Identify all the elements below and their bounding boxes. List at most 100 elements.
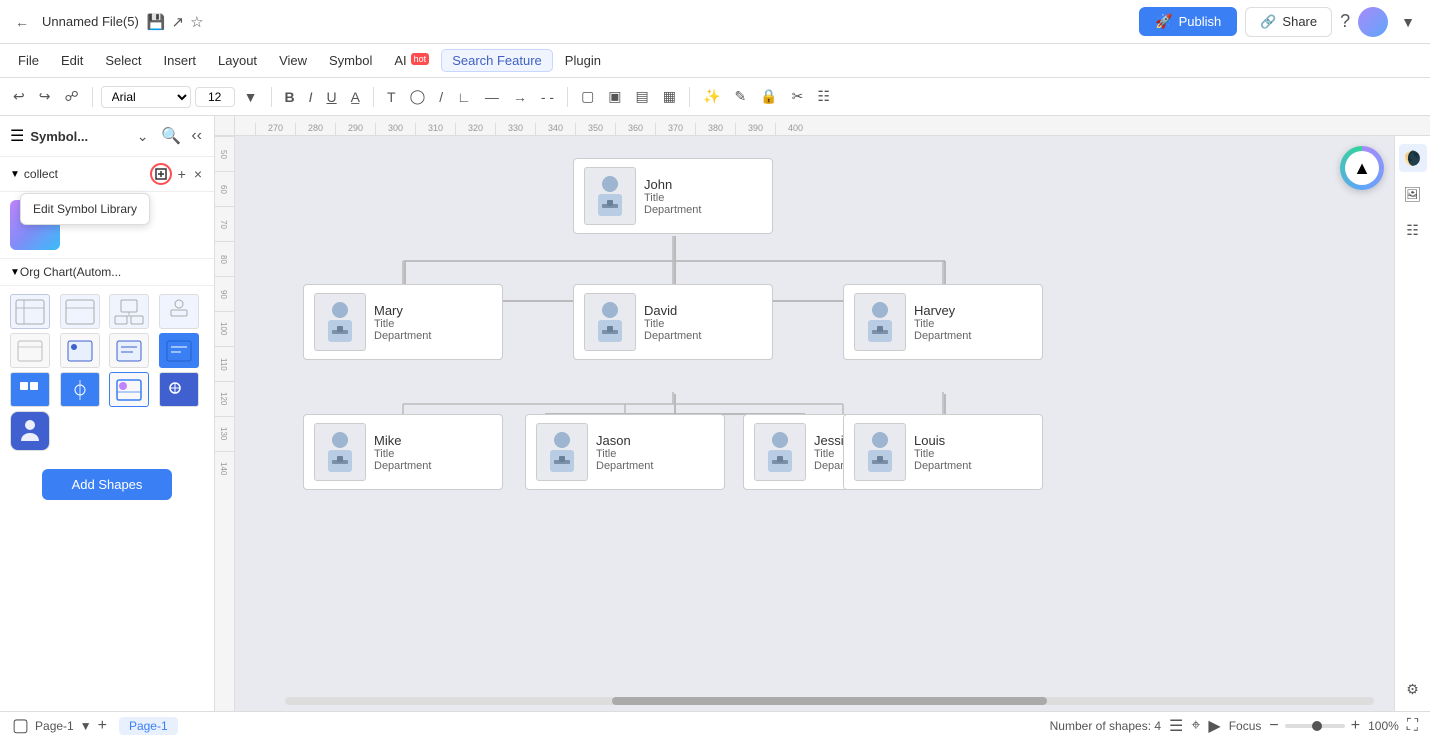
crosshair-icon[interactable]: ⌖ [1191,717,1200,735]
menu-symbol[interactable]: Symbol [319,49,382,72]
collect-section: ▼ collect + × Edit Symbol Library [0,157,214,192]
ruler-mark: 360 [615,123,655,135]
expand-button[interactable]: ▼ [1396,11,1420,33]
zoom-slider[interactable] [1285,724,1345,728]
font-size-input[interactable] [195,87,235,107]
menu-layout[interactable]: Layout [208,49,267,72]
zoom-out-button[interactable]: − [1269,717,1278,735]
cut-btn[interactable]: ✂ [787,85,809,108]
shape-thumb-3[interactable] [109,294,149,329]
chevron-down-icon[interactable]: ⌄ [132,125,154,148]
node-name: Louis [914,433,971,448]
grid-icon[interactable]: ☷ [1399,216,1427,244]
share-button[interactable]: 🔗 Share [1245,7,1332,37]
dashed-button[interactable]: - - [536,86,559,108]
add-shapes-button[interactable]: Add Shapes [42,469,172,500]
eraser-button[interactable]: ◯ [405,85,431,108]
node-harvey[interactable]: Harvey Title Department [843,284,1043,360]
node-name: John [644,177,701,192]
text-button[interactable]: T [382,86,401,108]
shape-thumb-6[interactable] [60,333,100,368]
ruler-mark: 330 [495,123,535,135]
shape-btn1[interactable]: ▢ [576,85,599,108]
bold-button[interactable]: B [280,86,300,108]
add-page-button[interactable]: + [98,717,107,735]
underline-button[interactable]: U [322,86,342,108]
italic-button[interactable]: I [304,86,318,108]
menu-ai[interactable]: AI hot [384,49,439,72]
settings-icon[interactable]: ⚙ [1399,675,1427,703]
canvas-area[interactable]: John Title Department Mary Title [235,136,1394,711]
table-btn[interactable]: ☷ [812,85,835,108]
menu-view[interactable]: View [269,49,317,72]
page-dropdown-icon[interactable]: ▼ [80,719,92,733]
ruler-mark: 370 [655,123,695,135]
shape-thumb-11[interactable] [109,372,149,407]
shape-btn2[interactable]: ▣ [603,85,626,108]
edit-btn[interactable]: ✎ [729,85,751,108]
node-mike[interactable]: Mike Title Department [303,414,503,490]
h-scrollbar-thumb[interactable] [612,697,1048,705]
shape-thumb-9[interactable] [10,372,50,407]
edit-symbol-button[interactable] [150,163,172,185]
fit-screen-icon[interactable]: ⛶ [1407,717,1418,735]
star-icon[interactable]: ☆ [190,13,203,31]
shape-thumb-10[interactable] [60,372,100,407]
magic-btn[interactable]: ✨ [698,85,725,108]
play-icon[interactable]: ▶ [1208,716,1220,736]
page-icon[interactable]: ▢ [12,715,29,736]
avatar[interactable] [1358,7,1388,37]
shape-thumb-2[interactable] [60,294,100,329]
page-1-tab[interactable]: Page-1 [119,717,178,735]
export-icon[interactable]: ↗ [172,13,185,31]
pen-button[interactable]: / [434,86,448,108]
undo-button[interactable]: ↩ [8,85,30,108]
back-button[interactable]: ← [10,11,34,33]
shape-thumb-8[interactable] [159,333,199,368]
shape-btn4[interactable]: ▦ [658,85,681,108]
shape-btn3[interactable]: ▤ [631,85,654,108]
node-louis[interactable]: Louis Title Department [843,414,1043,490]
font-size-down[interactable]: ▼ [239,86,263,108]
menu-file[interactable]: File [8,49,49,72]
shape-thumb-1[interactable] [10,294,50,329]
connector-button[interactable]: ∟ [452,86,476,108]
line-button[interactable]: — [480,86,504,108]
lock-btn[interactable]: 🔒 [755,85,782,108]
v-mark: 70 [215,206,234,241]
menu-plugin[interactable]: Plugin [555,49,611,72]
search-icon[interactable]: 🔍 [159,124,183,148]
node-john[interactable]: John Title Department [573,158,773,234]
color-button[interactable]: A̲ [346,86,365,108]
shape-thumb-7[interactable] [109,333,149,368]
add-collect-button[interactable]: + [176,164,188,184]
arrow-button[interactable]: → [508,86,532,108]
node-dept: Department [644,330,701,342]
publish-button[interactable]: 🚀 Publish [1139,7,1237,36]
image-icon[interactable]: 🖼 [1399,180,1427,208]
floating-circle[interactable]: ▲ [1340,146,1384,190]
help-button[interactable]: ? [1340,11,1350,32]
divider-1 [92,87,93,107]
format-button[interactable]: ☍ [59,85,83,108]
zoom-in-button[interactable]: + [1351,717,1360,735]
font-select[interactable]: Arial [101,86,191,108]
redo-button[interactable]: ↪ [34,85,56,108]
shape-thumb-5[interactable] [10,333,50,368]
menu-select[interactable]: Select [95,49,151,72]
h-scrollbar[interactable] [285,697,1374,705]
layers-bottom-icon[interactable]: ☰ [1169,716,1183,736]
shape-thumb-12[interactable] [159,372,199,407]
close-collect-button[interactable]: × [192,164,204,184]
save-icon[interactable]: 💾 [147,13,166,31]
node-mary[interactable]: Mary Title Department [303,284,503,360]
shape-thumb-13[interactable] [10,411,50,451]
node-jason[interactable]: Jason Title Department [525,414,725,490]
search-feature-button[interactable]: Search Feature [441,49,553,72]
menu-insert[interactable]: Insert [154,49,207,72]
node-david[interactable]: David Title Department [573,284,773,360]
shape-thumb-4[interactable] [159,294,199,329]
collapse-icon[interactable]: ‹‹ [189,125,204,147]
paint-bucket-icon[interactable]: 🌘 [1399,144,1427,172]
menu-edit[interactable]: Edit [51,49,93,72]
